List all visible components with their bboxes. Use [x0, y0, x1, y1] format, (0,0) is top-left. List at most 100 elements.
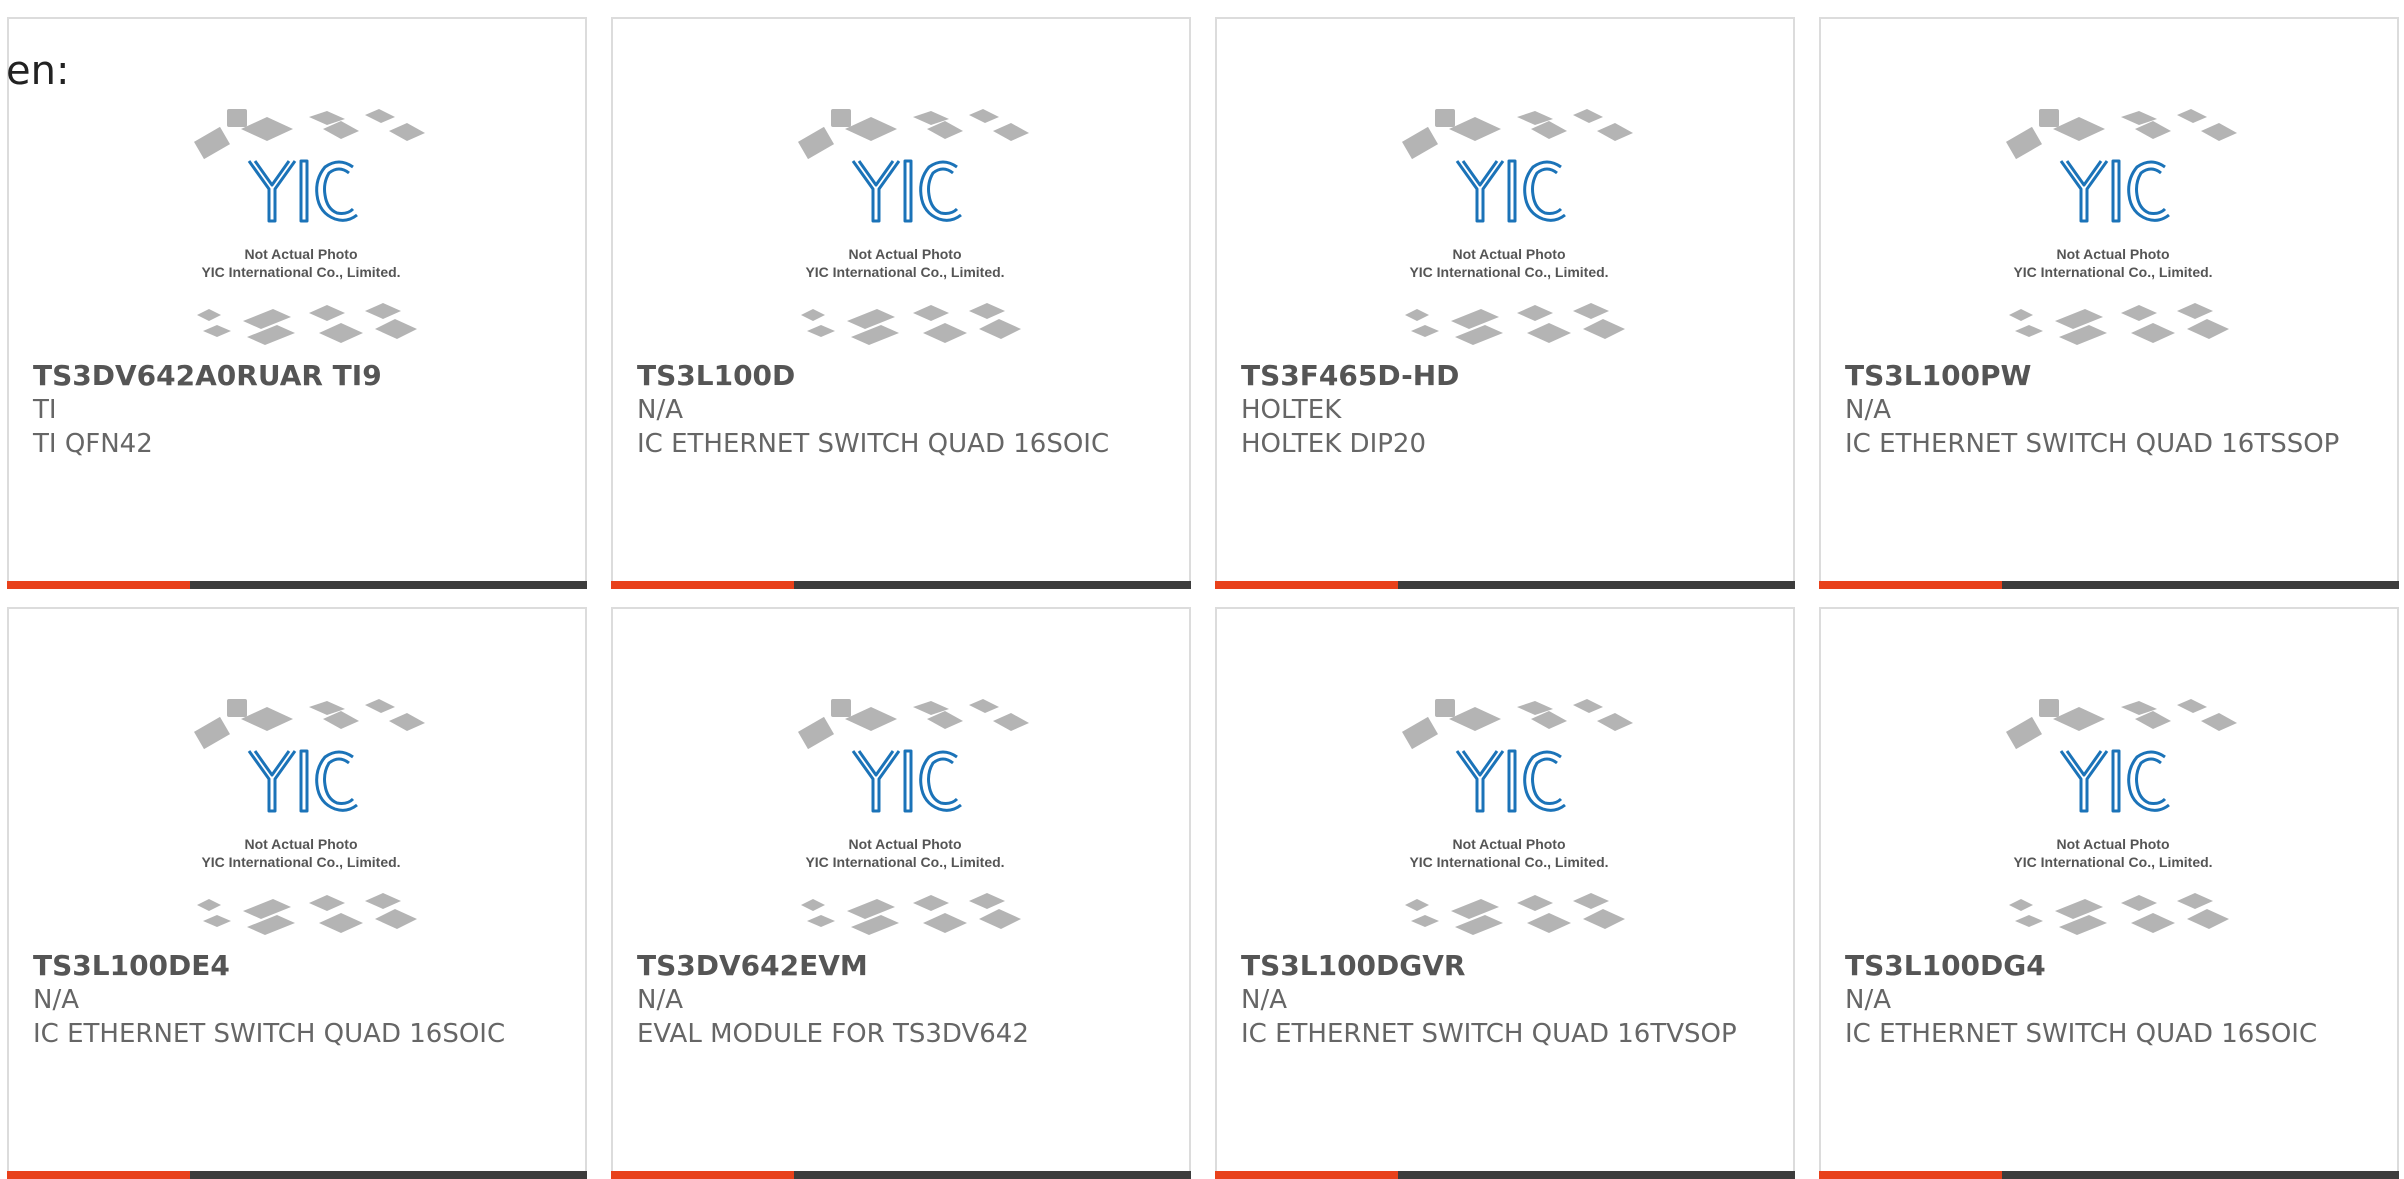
product-card[interactable]: Not Actual Photo YIC International Co., L… — [7, 17, 587, 589]
product-manufacturer: N/A — [1845, 395, 1891, 425]
product-part-number[interactable]: TS3F465D-HD — [1241, 359, 1773, 393]
chip-icons-bottom — [197, 303, 417, 345]
placeholder-caption-2: YIC International Co., Limited. — [2013, 264, 2212, 280]
placeholder-caption-1: Not Actual Photo — [848, 836, 961, 852]
chip-icons-top — [1402, 699, 1633, 750]
product-manufacturer: TI — [33, 395, 57, 425]
card-bottom-bar — [1215, 1171, 1795, 1179]
card-bar-accent — [611, 581, 794, 589]
product-info: TS3L100DGVR N/A IC ETHERNET SWITCH QUAD … — [1241, 949, 1773, 1051]
placeholder-caption-2: YIC International Co., Limited. — [201, 854, 400, 870]
card-bar-accent — [1215, 1171, 1398, 1179]
placeholder-caption-1: Not Actual Photo — [244, 246, 357, 262]
product-manufacturer: HOLTEK — [1241, 395, 1342, 425]
product-part-number[interactable]: TS3DV642A0RUAR TI9 — [33, 359, 565, 393]
card-bar-accent — [7, 1171, 190, 1179]
chip-icons-bottom — [801, 893, 1021, 935]
product-part-number[interactable]: TS3L100DGVR — [1241, 949, 1773, 983]
placeholder-caption-1: Not Actual Photo — [848, 246, 961, 262]
product-manufacturer: N/A — [637, 985, 683, 1015]
product-card[interactable]: Not Actual Photo YIC International Co., L… — [1819, 17, 2399, 589]
product-info: TS3L100DG4 N/A IC ETHERNET SWITCH QUAD 1… — [1845, 949, 2377, 1051]
chip-icons-bottom — [1405, 303, 1625, 345]
product-info: TS3DV642EVM N/A EVAL MODULE FOR TS3DV642 — [637, 949, 1169, 1051]
card-bottom-bar — [611, 581, 1191, 589]
yic-logo-icon — [2059, 159, 2170, 223]
yic-logo-icon — [1455, 159, 1566, 223]
card-bottom-bar — [7, 1171, 587, 1179]
product-placeholder-image[interactable]: Not Actual Photo YIC International Co., L… — [169, 109, 433, 347]
yic-logo-icon — [2059, 749, 2170, 813]
product-manufacturer: N/A — [33, 985, 79, 1015]
chip-icons-bottom — [801, 303, 1021, 345]
yic-logo-icon — [247, 749, 358, 813]
placeholder-caption-2: YIC International Co., Limited. — [2013, 854, 2212, 870]
card-bottom-bar — [7, 581, 587, 589]
product-part-number[interactable]: TS3L100DE4 — [33, 949, 565, 983]
product-info: TS3L100PW N/A IC ETHERNET SWITCH QUAD 16… — [1845, 359, 2377, 461]
language-prefix: en: — [6, 48, 70, 94]
product-description: EVAL MODULE FOR TS3DV642 — [637, 1019, 1029, 1049]
placeholder-caption-2: YIC International Co., Limited. — [1409, 264, 1608, 280]
product-card[interactable]: Not Actual Photo YIC International Co., L… — [611, 17, 1191, 589]
card-bar-accent — [1819, 1171, 2002, 1179]
product-manufacturer: N/A — [1845, 985, 1891, 1015]
chip-icons-top — [1402, 109, 1633, 160]
chip-icons-top — [2006, 109, 2237, 160]
product-description: IC ETHERNET SWITCH QUAD 16SOIC — [1845, 1019, 2318, 1049]
placeholder-caption-1: Not Actual Photo — [1452, 246, 1565, 262]
placeholder-caption-1: Not Actual Photo — [244, 836, 357, 852]
product-part-number[interactable]: TS3DV642EVM — [637, 949, 1169, 983]
chip-icons-bottom — [2009, 303, 2229, 345]
product-placeholder-image[interactable]: Not Actual Photo YIC International Co., L… — [773, 699, 1037, 937]
yic-logo-icon — [851, 749, 962, 813]
card-bar-accent — [1215, 581, 1398, 589]
chip-icons-top — [194, 699, 425, 750]
product-card[interactable]: Not Actual Photo YIC International Co., L… — [1819, 607, 2399, 1179]
card-bottom-bar — [611, 1171, 1191, 1179]
chip-icons-top — [798, 699, 1029, 750]
product-grid: Not Actual Photo YIC International Co., L… — [7, 17, 2399, 1179]
product-placeholder-image[interactable]: Not Actual Photo YIC International Co., L… — [169, 699, 433, 937]
card-bar-accent — [611, 1171, 794, 1179]
chip-icons-top — [2006, 699, 2237, 750]
placeholder-caption-2: YIC International Co., Limited. — [805, 854, 1004, 870]
placeholder-caption-1: Not Actual Photo — [2056, 246, 2169, 262]
product-part-number[interactable]: TS3L100DG4 — [1845, 949, 2377, 983]
product-placeholder-image[interactable]: Not Actual Photo YIC International Co., L… — [1981, 699, 2245, 937]
yic-logo-icon — [851, 159, 962, 223]
product-placeholder-image[interactable]: Not Actual Photo YIC International Co., L… — [1981, 109, 2245, 347]
product-info: TS3F465D-HD HOLTEK HOLTEK DIP20 — [1241, 359, 1773, 461]
product-card[interactable]: Not Actual Photo YIC International Co., L… — [1215, 17, 1795, 589]
product-description: IC ETHERNET SWITCH QUAD 16TVSOP — [1241, 1019, 1737, 1049]
yic-logo-icon — [247, 159, 358, 223]
product-info: TS3DV642A0RUAR TI9 TI TI QFN42 — [33, 359, 565, 461]
card-bottom-bar — [1819, 581, 2399, 589]
placeholder-caption-1: Not Actual Photo — [2056, 836, 2169, 852]
product-placeholder-image[interactable]: Not Actual Photo YIC International Co., L… — [1377, 109, 1641, 347]
card-bar-accent — [7, 581, 190, 589]
product-part-number[interactable]: TS3L100PW — [1845, 359, 2377, 393]
yic-logo-icon — [1455, 749, 1566, 813]
product-part-number[interactable]: TS3L100D — [637, 359, 1169, 393]
product-manufacturer: N/A — [1241, 985, 1287, 1015]
card-bottom-bar — [1215, 581, 1795, 589]
product-card[interactable]: Not Actual Photo YIC International Co., L… — [7, 607, 587, 1179]
product-card[interactable]: Not Actual Photo YIC International Co., L… — [611, 607, 1191, 1179]
product-manufacturer: N/A — [637, 395, 683, 425]
product-info: TS3L100D N/A IC ETHERNET SWITCH QUAD 16S… — [637, 359, 1169, 461]
product-placeholder-image[interactable]: Not Actual Photo YIC International Co., L… — [1377, 699, 1641, 937]
product-description: IC ETHERNET SWITCH QUAD 16SOIC — [637, 429, 1110, 459]
product-card[interactable]: Not Actual Photo YIC International Co., L… — [1215, 607, 1795, 1179]
chip-icons-bottom — [197, 893, 417, 935]
placeholder-caption-2: YIC International Co., Limited. — [805, 264, 1004, 280]
product-description: IC ETHERNET SWITCH QUAD 16TSSOP — [1845, 429, 2340, 459]
product-placeholder-image[interactable]: Not Actual Photo YIC International Co., L… — [773, 109, 1037, 347]
card-bar-accent — [1819, 581, 2002, 589]
product-description: TI QFN42 — [33, 429, 153, 459]
placeholder-caption-2: YIC International Co., Limited. — [201, 264, 400, 280]
card-bottom-bar — [1819, 1171, 2399, 1179]
placeholder-caption-1: Not Actual Photo — [1452, 836, 1565, 852]
chip-icons-bottom — [1405, 893, 1625, 935]
product-description: IC ETHERNET SWITCH QUAD 16SOIC — [33, 1019, 506, 1049]
